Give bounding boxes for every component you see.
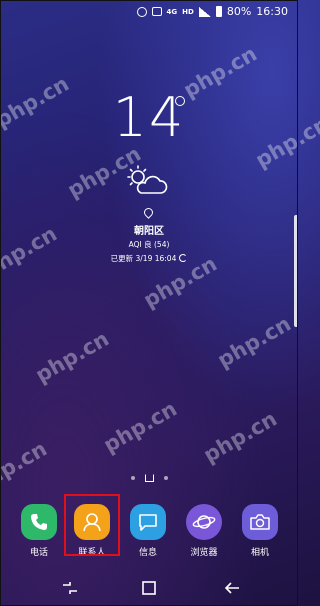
location-name: 朝阳区	[134, 226, 164, 237]
partly-cloudy-icon	[127, 165, 168, 194]
app-dock: 电话 联系人 信息 浏览器 相机	[0, 500, 298, 560]
app-label: 信息	[138, 548, 157, 558]
app-label: 浏览器	[190, 548, 218, 558]
refresh-icon[interactable]	[179, 254, 188, 262]
signal-icon	[198, 6, 211, 17]
home-page-indicator-icon	[144, 474, 154, 482]
app-messages[interactable]: 信息	[122, 500, 174, 558]
camera-icon[interactable]	[242, 504, 278, 540]
app-phone[interactable]: 电话	[13, 500, 65, 558]
recent-apps-icon[interactable]	[58, 578, 82, 598]
page-dot	[163, 476, 168, 480]
contacts-highlight-box	[64, 494, 120, 556]
watermark: php.cn	[213, 311, 296, 373]
updated-row: 已更新 3/19 16:04	[0, 253, 298, 264]
messages-icon[interactable]	[130, 504, 166, 540]
temperature: 14	[112, 86, 186, 149]
browser-icon[interactable]	[186, 504, 222, 540]
app-browser[interactable]: 浏览器	[178, 500, 230, 558]
network-4g-label: 4G	[166, 7, 178, 16]
notification-icon	[151, 7, 162, 16]
page-indicator	[0, 474, 298, 482]
watermark: php.cn	[0, 436, 52, 498]
location-pin-icon	[142, 206, 155, 219]
watermark: php.cn	[99, 396, 182, 458]
updated-text: 已更新 3/19 16:04	[110, 254, 177, 263]
app-label: 相机	[250, 548, 269, 558]
degree-symbol	[175, 96, 185, 106]
aqi-text: AQI 良 (54)	[128, 240, 170, 249]
battery-icon	[215, 6, 222, 17]
phone-icon[interactable]	[21, 504, 57, 540]
network-hd-label: HD	[182, 7, 194, 16]
edge-panel-handle[interactable]	[294, 215, 298, 327]
watermark: php.cn	[31, 326, 114, 388]
home-icon[interactable]	[137, 578, 161, 598]
watermark: php.cn	[199, 406, 282, 468]
app-camera[interactable]: 相机	[234, 500, 286, 558]
page-dot	[130, 476, 135, 480]
back-icon[interactable]	[220, 578, 244, 598]
battery-percent: 80%	[226, 5, 252, 18]
alarm-icon	[136, 6, 147, 17]
navigation-bar	[0, 566, 298, 606]
status-time: 16:30	[256, 5, 288, 18]
app-label: 电话	[29, 548, 48, 558]
status-bar: 4G HD 80% 16:30	[0, 0, 298, 26]
